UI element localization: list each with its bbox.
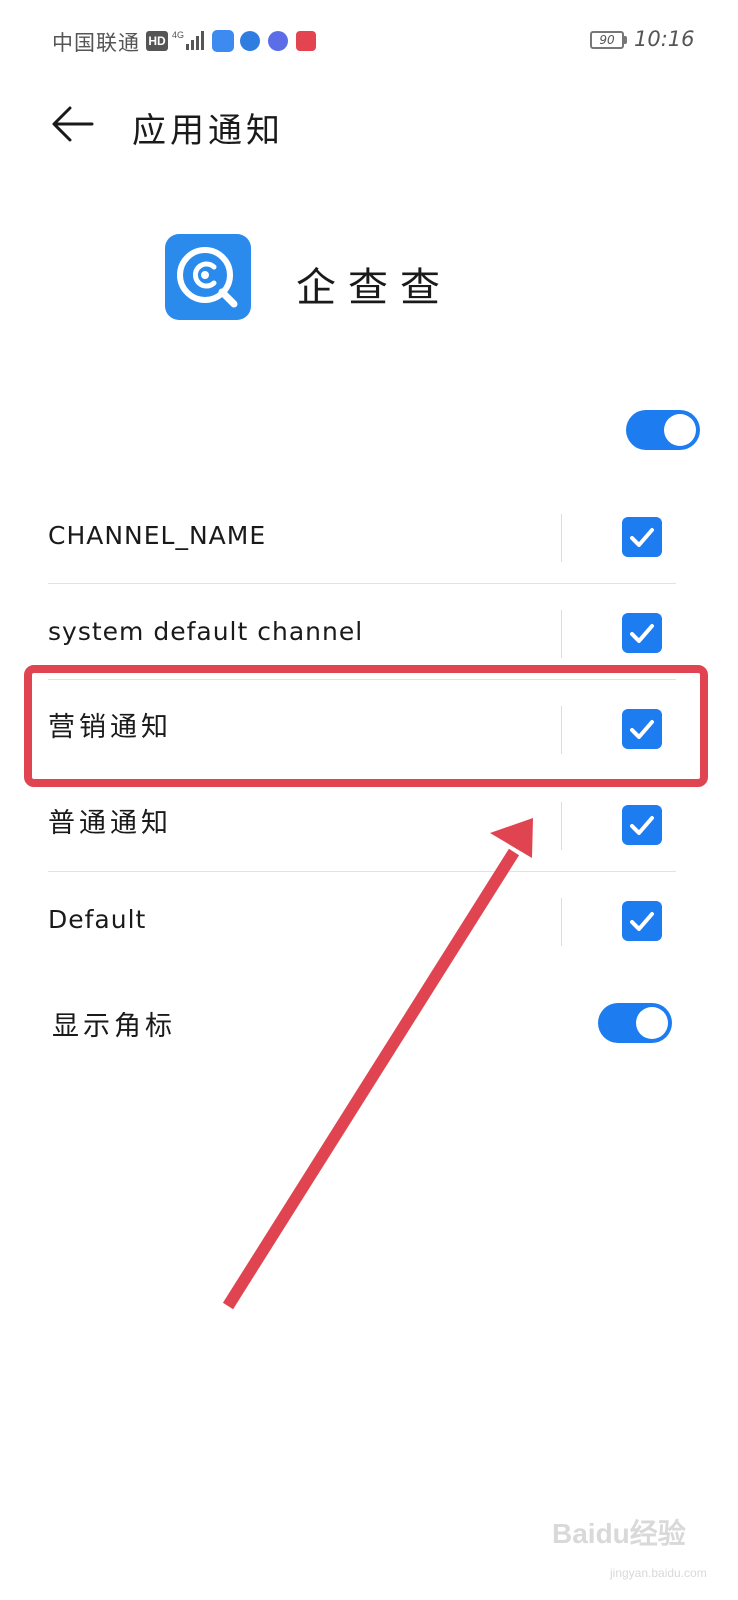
channel-checkbox[interactable] xyxy=(622,517,662,557)
annotation-highlight-box xyxy=(24,665,708,787)
toggle-knob xyxy=(664,414,696,446)
battery-level: 90 xyxy=(599,33,615,47)
divider xyxy=(561,514,562,562)
hd-icon: HD xyxy=(146,31,168,51)
divider xyxy=(561,898,562,946)
channel-row[interactable]: Default xyxy=(0,872,738,968)
checkmark-icon xyxy=(630,912,654,931)
reader-app-icon xyxy=(296,31,316,51)
back-arrow-icon[interactable] xyxy=(48,100,96,148)
page-title: 应用通知 xyxy=(132,111,284,151)
qichacha-logo-icon xyxy=(177,247,238,308)
channel-row[interactable]: 普通通知 xyxy=(0,776,738,872)
divider xyxy=(561,802,562,850)
carrier-label: 中国联通 xyxy=(52,31,140,55)
channel-label: Default xyxy=(48,905,147,934)
badge-label: 显示角标 xyxy=(52,1011,176,1042)
notification-app-icon xyxy=(212,30,234,52)
watermark-logo: Baidu经验 xyxy=(552,1518,686,1549)
browser-app-icon xyxy=(240,31,260,51)
app-name: 企查查 xyxy=(296,265,452,311)
channel-label: CHANNEL_NAME xyxy=(48,521,267,550)
show-badge-toggle[interactable] xyxy=(598,1003,672,1043)
checkmark-icon xyxy=(630,528,654,547)
status-time: 10:16 xyxy=(634,27,695,51)
channel-checkbox[interactable] xyxy=(622,901,662,941)
app-logo xyxy=(165,234,251,320)
toggle-knob xyxy=(636,1007,668,1039)
checkmark-icon xyxy=(630,624,654,643)
svg-text:4G: 4G xyxy=(172,30,184,40)
checkmark-icon xyxy=(630,816,654,835)
divider xyxy=(561,610,562,658)
channel-row[interactable]: CHANNEL_NAME xyxy=(0,488,738,584)
watermark-url: jingyan.baidu.com xyxy=(610,1566,707,1580)
channel-checkbox[interactable] xyxy=(622,613,662,653)
allow-notifications-toggle[interactable] xyxy=(626,410,700,450)
signal-icon: 4G xyxy=(172,30,204,50)
status-bar: 中国联通 HD 4G 90 10:16 xyxy=(0,0,738,84)
music-app-icon xyxy=(268,31,288,51)
channel-label: 普通通知 xyxy=(48,808,172,839)
channel-checkbox[interactable] xyxy=(622,805,662,845)
battery-tip xyxy=(624,36,627,44)
